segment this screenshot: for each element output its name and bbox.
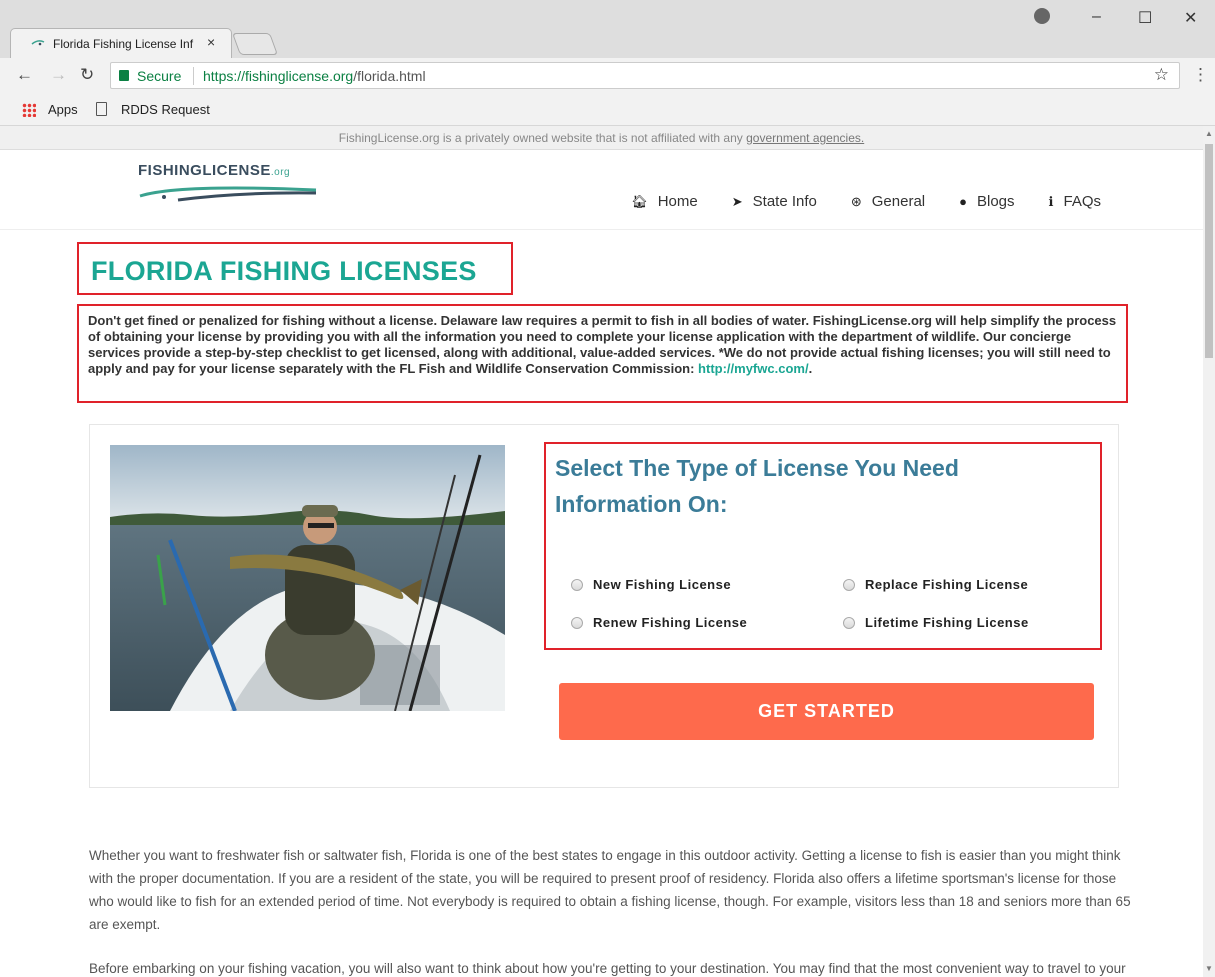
home-icon: 🏠︎ <box>631 193 648 209</box>
lock-icon <box>119 70 129 81</box>
scroll-up-icon[interactable]: ▲ <box>1205 129 1213 138</box>
main-navigation: 🏠︎ Home ➤ State Info ⊛ General ● Blogs ℹ FAQs <box>631 193 1101 210</box>
page-scrollbar[interactable]: ▲ ▼ <box>1203 126 1215 977</box>
browser-tab[interactable]: Florida Fishing License Inf × <box>10 28 232 58</box>
government-agencies-link[interactable]: government agencies. <box>746 131 864 145</box>
option-renew-fishing-license[interactable]: Renew Fishing License <box>571 615 747 630</box>
address-bar[interactable]: Secure https://fishinglicense.org/florid… <box>110 62 1180 89</box>
info-icon: ℹ <box>1048 193 1054 209</box>
option-new-fishing-license[interactable]: New Fishing License <box>571 577 731 592</box>
apps-grid-icon[interactable] <box>22 103 36 117</box>
license-type-selector: Select The Type of License You Need Info… <box>544 442 1102 650</box>
option-replace-fishing-license[interactable]: Replace Fishing License <box>843 577 1028 592</box>
reload-icon[interactable]: ↻ <box>80 65 94 85</box>
intro-body: Don't get fined or penalized for fishing… <box>88 313 1117 376</box>
option-replace-label: Replace Fishing License <box>865 577 1029 592</box>
browser-toolbar: ← → ↻ Secure https://fishinglicense.org/… <box>0 58 1215 94</box>
option-lifetime-fishing-license[interactable]: Lifetime Fishing License <box>843 615 1029 630</box>
favicon-icon <box>31 40 45 46</box>
location-arrow-icon: ➤ <box>731 193 743 209</box>
asterisk-icon: ⊛ <box>850 193 862 209</box>
nav-faqs-label: FAQs <box>1063 193 1101 210</box>
intro-text: Don't get fined or penalized for fishing… <box>88 313 1117 377</box>
option-new-label: New Fishing License <box>593 577 732 592</box>
license-panel: Select The Type of License You Need Info… <box>89 424 1119 788</box>
comment-icon: ● <box>959 194 967 209</box>
option-lifetime-label: Lifetime Fishing License <box>865 615 1029 630</box>
browser-menu-icon[interactable]: ⋮ <box>1192 65 1209 85</box>
nav-home[interactable]: 🏠︎ Home <box>631 193 698 210</box>
radio-replace[interactable] <box>843 578 855 591</box>
nav-blogs-label: Blogs <box>977 193 1015 210</box>
omnibox-divider <box>193 67 194 85</box>
window-close-icon[interactable]: ✕ <box>1184 8 1197 28</box>
secure-label: Secure <box>137 68 182 84</box>
selector-title: Select The Type of License You Need Info… <box>555 455 959 517</box>
nav-state-info[interactable]: ➤ State Info <box>732 193 817 210</box>
nav-state-info-label: State Info <box>752 193 817 210</box>
myfwc-link[interactable]: http://myfwc.com/ <box>698 361 809 376</box>
browser-tab-strip: Florida Fishing License Inf × – ☐ ✕ <box>0 0 1215 58</box>
disclaimer-bar: FishingLicense.org is a privately owned … <box>0 126 1203 150</box>
intro-highlight: Don't get fined or penalized for fishing… <box>77 304 1128 403</box>
url-path: /florida.html <box>353 68 426 84</box>
nav-blogs[interactable]: ● Blogs <box>959 193 1014 210</box>
forward-icon[interactable]: → <box>50 65 67 85</box>
nav-general[interactable]: ⊛ General <box>851 193 925 210</box>
page-title: FLORIDA FISHING LICENSES <box>91 256 477 286</box>
body-paragraph: Whether you want to freshwater fish or s… <box>89 848 1131 932</box>
nav-faqs[interactable]: ℹ FAQs <box>1049 193 1101 210</box>
logo-wave-icon <box>139 186 317 202</box>
page-viewport: FishingLicense.org is a privately owned … <box>0 126 1203 977</box>
profile-icon[interactable] <box>1034 8 1050 24</box>
bookmark-apps[interactable]: Apps <box>48 102 78 117</box>
tab-title: Florida Fishing License Inf <box>53 37 194 51</box>
bookmark-star-icon[interactable]: ☆ <box>1154 65 1169 85</box>
back-icon[interactable]: ← <box>16 65 33 85</box>
nav-home-label: Home <box>657 193 698 210</box>
logo-suffix: .org <box>270 167 291 178</box>
page-icon <box>96 102 107 116</box>
body-paragraph: Before embarking on your fishing vacatio… <box>89 961 1126 976</box>
nav-general-label: General <box>871 193 926 210</box>
maximize-icon[interactable]: ☐ <box>1138 8 1152 28</box>
minimize-icon[interactable]: – <box>1092 8 1101 26</box>
scroll-thumb[interactable] <box>1205 144 1213 358</box>
logo-main: FishingLicense <box>138 162 271 179</box>
disclaimer-text: FishingLicense.org is a privately owned … <box>338 131 747 145</box>
radio-lifetime[interactable] <box>843 616 855 629</box>
tab-close-icon[interactable]: × <box>207 34 215 50</box>
radio-renew[interactable] <box>571 616 583 629</box>
site-header: FishingLicense.org 🏠︎ Home ➤ State Info ⊛ G… <box>0 150 1203 230</box>
bookmarks-bar: Apps RDDS Request <box>0 94 1215 126</box>
get-started-button[interactable]: GET STARTED <box>559 683 1094 740</box>
url-host: https://fishinglicense.org <box>203 68 354 84</box>
title-highlight: FLORIDA FISHING LICENSES <box>77 242 513 295</box>
logo-text: FishingLicense.org <box>138 162 290 179</box>
url-text[interactable]: https://fishinglicense.org/florida.html <box>203 68 426 84</box>
site-logo[interactable]: FishingLicense.org <box>138 162 338 212</box>
scroll-down-icon[interactable]: ▼ <box>1205 964 1213 973</box>
bookmark-rdds-request[interactable]: RDDS Request <box>121 102 210 117</box>
intro-end: . <box>808 361 813 376</box>
radio-new[interactable] <box>571 578 583 591</box>
fisherman-photo <box>110 445 505 711</box>
option-renew-label: Renew Fishing License <box>593 615 748 630</box>
new-tab-button[interactable] <box>231 33 279 55</box>
